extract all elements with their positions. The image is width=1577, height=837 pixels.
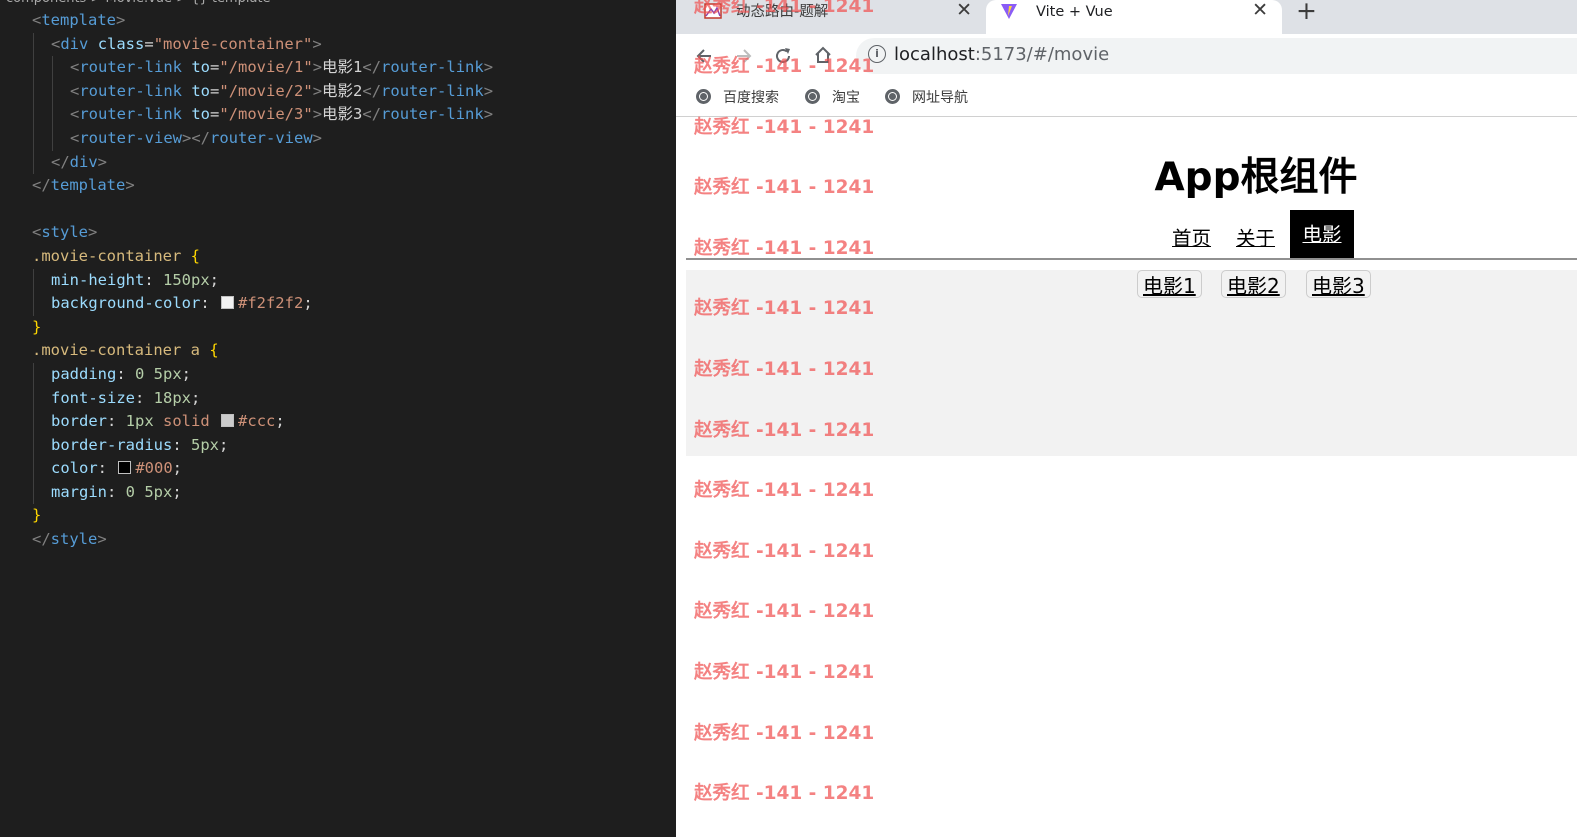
code-line: <div class="movie-container"> [0,32,676,57]
color-swatch[interactable] [118,461,132,475]
code-line: .movie-container a { [32,341,219,360]
code-line: } [32,506,42,525]
watermark: 赵秀红 -141 - 1241 [694,541,875,562]
tab-vite-vue[interactable]: Vite + Vue ✕ [986,0,1282,34]
code-line: </template> [32,176,135,195]
watermark: 赵秀红 -141 - 1241 [694,723,875,744]
watermark: 赵秀红 -141 - 1241 [694,56,875,77]
bookmark-nav[interactable]: 网址导航 [885,87,968,107]
bookmarks-bar: 百度搜索 淘宝 网址导航 [676,78,1577,117]
globe-icon [805,89,820,104]
code-line: .movie-container { [32,246,200,265]
bookmark-baidu[interactable]: 百度搜索 [696,87,779,107]
nav-link-about[interactable]: 关于 [1236,222,1275,251]
code-line: } [32,317,42,336]
watermark: 赵秀红 -141 - 1241 [694,359,875,380]
color-swatch[interactable] [220,296,234,310]
url-text[interactable]: localhost:5173/#/movie [894,44,1109,65]
watermark: 赵秀红 -141 - 1241 [694,420,875,441]
code-line: <router-link to="/movie/3">电影3</router-l… [0,103,676,127]
code-line: </div> [0,150,676,175]
code-line: padding: 0 5px; [0,362,676,387]
color-swatch[interactable] [221,414,235,428]
code-line: <router-link to="/movie/2">电影2</router-l… [0,79,676,104]
watermark: 赵秀红 -141 - 1241 [694,177,875,198]
close-icon[interactable]: ✕ [1252,0,1268,22]
movie-link-1[interactable]: 电影1 [1137,270,1202,298]
watermark: 赵秀红 -141 - 1241 [694,238,875,259]
nav-link-movie[interactable]: 电影 [1290,210,1354,259]
watermark: 赵秀红 -141 - 1241 [694,783,875,804]
code-line: <router-link to="/movie/1">电影1</router-l… [0,56,676,80]
code-line: color: #000; [0,457,676,481]
globe-icon [696,89,711,104]
movie-link-2[interactable]: 电影2 [1221,270,1286,298]
code-line: <router-view></router-view> [0,126,676,151]
code-line: margin: 0 5px; [0,480,676,505]
code-editor[interactable]: components > Movie.vue > {} template <te… [0,0,676,837]
code-line: font-size: 18px; [0,386,676,411]
new-tab-button[interactable]: + [1296,0,1317,25]
watermark: 赵秀红 -141 - 1241 [694,0,875,17]
code-line: <style> [32,223,98,242]
code-line: border-radius: 5px; [0,433,676,458]
close-icon[interactable]: ✕ [956,0,972,22]
code-line: background-color: #f2f2f2; [0,292,676,316]
code-area[interactable]: <template> <div class="movie-container">… [0,9,676,552]
breadcrumb: components > Movie.vue > {} template [0,0,271,8]
movie-link-3[interactable]: 电影3 [1306,270,1371,298]
vite-logo-icon [1001,4,1017,19]
address-bar[interactable]: i localhost:5173/#/movie [856,38,1577,74]
tab-title: Vite + Vue [1036,4,1113,20]
code-line: border: 1px solid #ccc; [0,410,676,434]
code-line: </style> [32,530,107,549]
watermark: 赵秀红 -141 - 1241 [694,480,875,501]
watermark: 赵秀红 -141 - 1241 [694,601,875,622]
globe-icon [885,89,900,104]
watermark: 赵秀红 -141 - 1241 [694,117,875,138]
bookmark-taobao[interactable]: 淘宝 [805,87,860,107]
code-line: <template> [32,11,126,29]
browser-window: 动态路由-题解 ✕ Vite + Vue ✕ + i localhost:517… [676,0,1577,837]
watermark: 赵秀红 -141 - 1241 [694,662,875,683]
code-line: min-height: 150px; [0,268,676,293]
watermark: 赵秀红 -141 - 1241 [694,298,875,319]
nav-link-home[interactable]: 首页 [1172,222,1211,251]
